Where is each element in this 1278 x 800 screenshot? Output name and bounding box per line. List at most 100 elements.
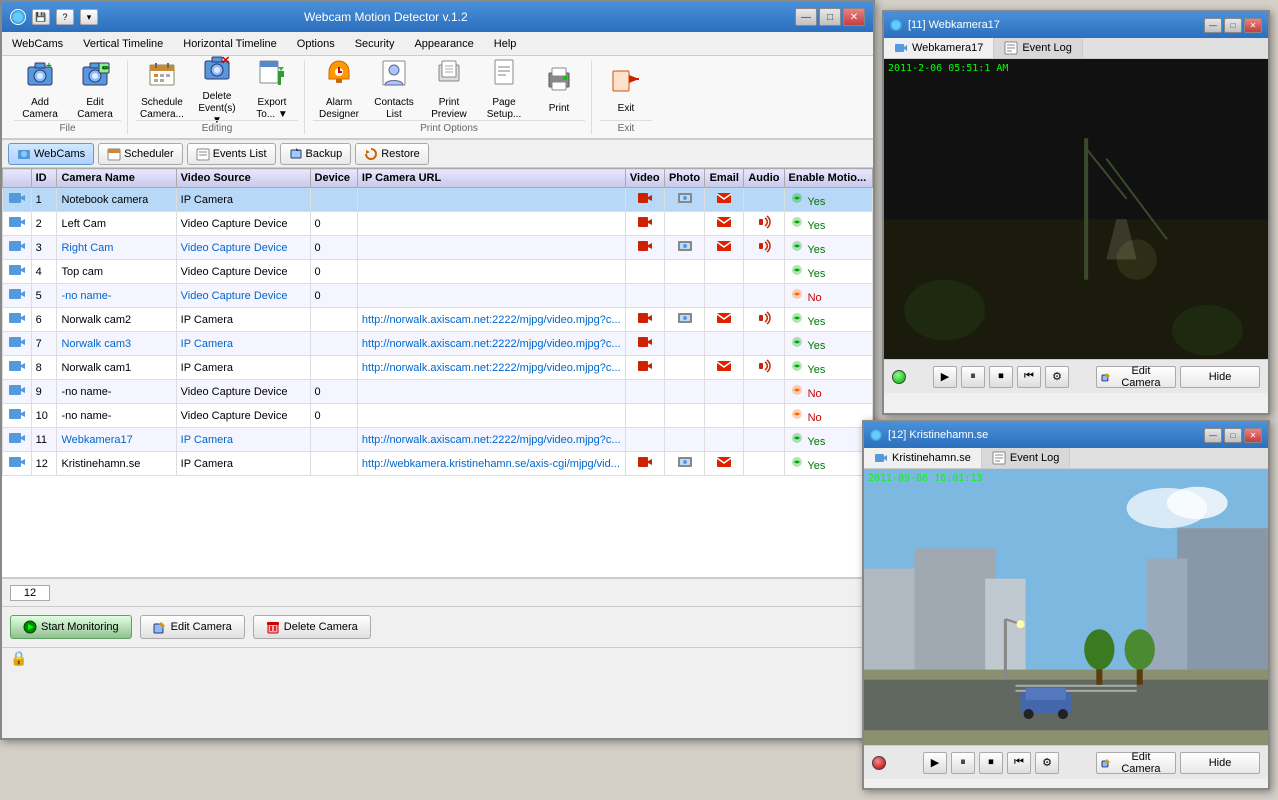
col-url[interactable]: IP Camera URL (357, 169, 625, 188)
delete-events-btn[interactable]: ✕ DeleteEvent(s) ▼ (191, 60, 243, 118)
cam2-close-btn[interactable]: ✕ (1244, 428, 1262, 443)
close-btn[interactable]: ✕ (843, 8, 865, 26)
cam2-tab-events[interactable]: Event Log (982, 448, 1071, 468)
cam2-tab-camera[interactable]: Kristinehamn.se (864, 448, 982, 468)
maximize-btn[interactable]: □ (819, 8, 841, 26)
edit-camera-bottom-btn[interactable]: Edit Camera (140, 615, 245, 639)
page-setup-btn[interactable]: PageSetup... (478, 60, 530, 118)
dropdown-quick-btn[interactable]: ▾ (80, 9, 98, 25)
row-id: 3 (31, 236, 57, 260)
row-email (705, 428, 744, 452)
table-row[interactable]: 2Left CamVideo Capture Device0 Yes (3, 212, 873, 236)
cam1-cam-icon (894, 41, 908, 55)
cam2-min-btn[interactable]: — (1204, 428, 1222, 443)
cam1-tab-camera[interactable]: Webkamera17 (884, 38, 994, 58)
cam1-pause-btn[interactable]: ⏸ (961, 366, 985, 388)
cam2-rewind-btn[interactable]: ⏮ (1007, 752, 1031, 774)
table-row[interactable]: 7Norwalk cam3IP Camerahttp://norwalk.axi… (3, 332, 873, 356)
col-motion[interactable]: Enable Motio... (784, 169, 872, 188)
cam1-close-btn[interactable]: ✕ (1244, 18, 1262, 33)
cam2-stop-btn[interactable]: ⏹ (979, 752, 1003, 774)
tab-scheduler[interactable]: Scheduler (98, 143, 183, 165)
cam1-title: [11] Webkamera17 (908, 19, 1204, 31)
start-monitoring-btn[interactable]: Start Monitoring (10, 615, 132, 639)
print-preview-btn[interactable]: PrintPreview (423, 60, 475, 118)
row-icon-cell (3, 332, 32, 356)
table-row[interactable]: 4Top camVideo Capture Device0 Yes (3, 260, 873, 284)
help-quick-btn[interactable]: ? (56, 9, 74, 25)
delete-camera-btn[interactable]: Delete Camera (253, 615, 371, 639)
cam2-settings-btn[interactable]: ⚙ (1035, 752, 1059, 774)
row-video (625, 332, 664, 356)
cam1-tab-events[interactable]: Event Log (994, 38, 1083, 58)
cam1-play-btn[interactable]: ▶ (933, 366, 957, 388)
cam2-title-content: [12] Kristinehamn.se (870, 429, 1204, 441)
exit-btn[interactable]: Exit (600, 60, 652, 118)
table-row[interactable]: 12Kristinehamn.seIP Camerahttp://webkame… (3, 452, 873, 476)
table-row[interactable]: 8Norwalk cam1IP Camerahttp://norwalk.axi… (3, 356, 873, 380)
export-btn[interactable]: ExportTo... ▼ (246, 60, 298, 118)
tab-backup[interactable]: Backup (280, 143, 352, 165)
menu-security[interactable]: Security (345, 32, 405, 55)
cam2-video: 2011-09-06 16:01:13 (864, 469, 1268, 745)
cam1-edit-camera-btn[interactable]: Edit Camera (1096, 366, 1176, 388)
menu-help[interactable]: Help (484, 32, 527, 55)
row-photo (664, 284, 704, 308)
print-btn[interactable]: Print (533, 60, 585, 118)
minimize-btn[interactable]: — (795, 8, 817, 26)
table-row[interactable]: 11Webkamera17IP Camerahttp://norwalk.axi… (3, 428, 873, 452)
table-row[interactable]: 6Norwalk cam2IP Camerahttp://norwalk.axi… (3, 308, 873, 332)
cam2-max-btn[interactable]: □ (1224, 428, 1242, 443)
schedule-camera-btn[interactable]: ScheduleCamera... (136, 60, 188, 118)
table-row[interactable]: 9-no name-Video Capture Device0 No (3, 380, 873, 404)
col-email[interactable]: Email (705, 169, 744, 188)
edit-camera-btn[interactable]: ✏ EditCamera (69, 60, 121, 118)
menu-webcams[interactable]: WebCams (2, 32, 73, 55)
add-camera-btn[interactable]: + AddCamera (14, 60, 66, 118)
cam1-hide-btn[interactable]: Hide (1180, 366, 1260, 388)
row-source: Video Capture Device (176, 284, 310, 308)
cam2-edit-label: Edit Camera (1111, 751, 1171, 775)
tab-restore[interactable]: Restore (355, 143, 429, 165)
row-source: Video Capture Device (176, 380, 310, 404)
row-device: 0 (310, 212, 357, 236)
table-row[interactable]: 3Right CamVideo Capture Device0 Yes (3, 236, 873, 260)
contacts-list-btn[interactable]: ContactsList (368, 60, 420, 118)
row-icon-cell (3, 260, 32, 284)
table-row[interactable]: 10-no name-Video Capture Device0 No (3, 404, 873, 428)
delete-icon (266, 620, 280, 634)
col-source[interactable]: Video Source (176, 169, 310, 188)
row-video (625, 212, 664, 236)
col-name[interactable]: Camera Name (57, 169, 176, 188)
menu-appearance[interactable]: Appearance (404, 32, 483, 55)
status-bar: 12 (2, 578, 873, 606)
cam1-tabs: Webkamera17 Event Log (884, 38, 1268, 59)
cam1-max-btn[interactable]: □ (1224, 18, 1242, 33)
menu-vertical-timeline[interactable]: Vertical Timeline (73, 32, 173, 55)
col-id[interactable]: ID (31, 169, 57, 188)
save-quick-btn[interactable]: 💾 (32, 9, 50, 25)
col-audio[interactable]: Audio (744, 169, 784, 188)
col-video[interactable]: Video (625, 169, 664, 188)
tab-webcams[interactable]: WebCams (8, 143, 94, 165)
alarm-designer-btn[interactable]: AlarmDesigner (313, 60, 365, 118)
cam1-stop-btn[interactable]: ⏹ (989, 366, 1013, 388)
cam1-rewind-btn[interactable]: ⏮ (1017, 366, 1041, 388)
row-email (705, 452, 744, 476)
editing-group-label: Editing (136, 120, 298, 134)
col-device[interactable]: Device (310, 169, 357, 188)
cam2-pause-btn[interactable]: ⏸ (951, 752, 975, 774)
cam1-title-content: [11] Webkamera17 (890, 19, 1204, 31)
cam1-settings-btn[interactable]: ⚙ (1045, 366, 1069, 388)
menu-options[interactable]: Options (287, 32, 345, 55)
tab-events-list[interactable]: Events List (187, 143, 276, 165)
row-motion: Yes (784, 428, 872, 452)
cam2-edit-camera-btn[interactable]: Edit Camera (1096, 752, 1176, 774)
table-row[interactable]: 1Notebook cameraIP Camera Yes (3, 188, 873, 212)
cam1-min-btn[interactable]: — (1204, 18, 1222, 33)
table-row[interactable]: 5-no name-Video Capture Device0 No (3, 284, 873, 308)
ribbon-content: + AddCamera ✏ EditCamera File (2, 56, 873, 138)
cam2-play-btn[interactable]: ▶ (923, 752, 947, 774)
cam2-hide-btn[interactable]: Hide (1180, 752, 1260, 774)
col-photo[interactable]: Photo (664, 169, 704, 188)
